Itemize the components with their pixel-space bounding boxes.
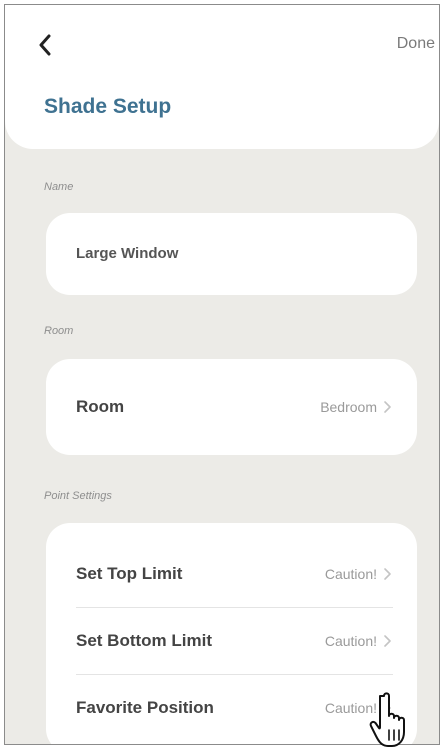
set-top-limit-value: Caution! — [324, 566, 377, 582]
point-settings-card: Set Top Limit Caution! Set Bottom Limit … — [46, 523, 417, 744]
chevron-right-icon — [384, 401, 391, 413]
name-field[interactable]: Large Window — [46, 213, 417, 295]
app-screen: Done Shade Setup Name Large Window Room … — [4, 4, 440, 745]
room-row-value: Bedroom — [320, 399, 377, 415]
set-top-limit-row[interactable]: Set Top Limit Caution! — [46, 541, 417, 607]
set-top-limit-label: Set Top Limit — [76, 564, 183, 583]
point-settings-section-label: Point Settings — [44, 490, 112, 502]
room-section-label: Room — [44, 325, 74, 337]
page-title: Shade Setup — [44, 95, 172, 118]
set-bottom-limit-value: Caution! — [324, 633, 377, 649]
favorite-position-label: Favorite Position — [76, 698, 214, 717]
chevron-right-icon — [384, 635, 391, 647]
set-bottom-limit-label: Set Bottom Limit — [76, 631, 212, 650]
set-bottom-limit-row[interactable]: Set Bottom Limit Caution! — [46, 608, 417, 674]
room-row-label: Room — [76, 397, 125, 416]
header: Done Shade Setup — [5, 5, 439, 149]
name-value: Large Window — [76, 245, 179, 262]
chevron-left-icon — [39, 34, 51, 56]
room-row[interactable]: Room Bedroom — [46, 374, 417, 440]
favorite-position-row[interactable]: Favorite Position Caution! — [46, 675, 417, 741]
done-button[interactable]: Done — [397, 35, 435, 53]
room-card: Room Bedroom — [46, 359, 417, 455]
back-button[interactable] — [33, 29, 57, 61]
chevron-right-icon — [384, 568, 391, 580]
hand-cursor-icon — [369, 692, 405, 747]
name-section-label: Name — [44, 181, 74, 193]
